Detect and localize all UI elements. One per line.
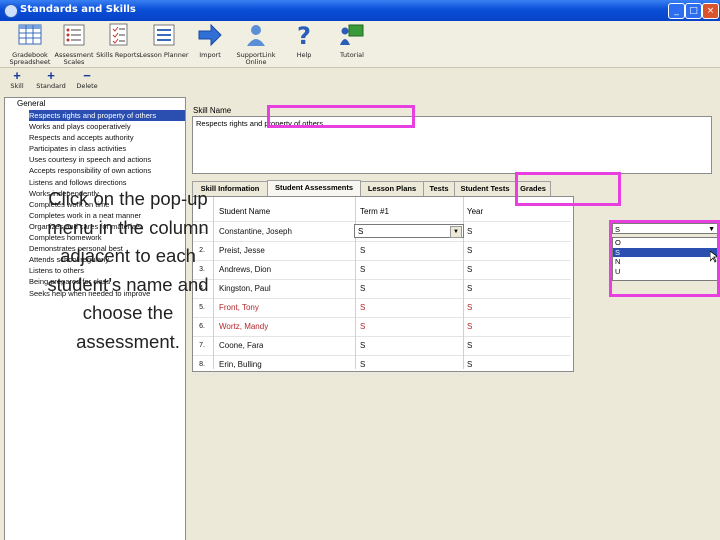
main-toolbar: Gradebook Spreadsheet Assessment Scales … <box>0 21 720 68</box>
year-assessment-cell[interactable]: S <box>467 241 472 260</box>
planner-icon <box>153 24 175 46</box>
term-assessment-cell[interactable]: S <box>360 336 365 355</box>
year-assessment-cell[interactable]: S <box>467 355 472 374</box>
tutorial-button[interactable]: Tutorial <box>322 23 382 65</box>
tree-item[interactable]: Works and plays cooperatively <box>29 121 185 132</box>
plus-icon: + <box>47 68 55 83</box>
skill-name-highlight <box>267 105 415 128</box>
report-icon <box>109 23 128 46</box>
grid-column-divider <box>355 197 356 369</box>
window-title: Standards and Skills <box>20 4 136 15</box>
dropdown-highlight <box>609 220 720 297</box>
term-assessment-cell[interactable]: S <box>360 241 365 260</box>
term-assessment-cell[interactable]: S <box>360 279 365 298</box>
year-assessment-cell[interactable]: S <box>467 279 472 298</box>
tab-bar: Skill Information Student Assessments Le… <box>192 180 720 197</box>
grades-tab-highlight <box>515 172 621 206</box>
year-assessment-cell[interactable]: S <box>467 222 472 241</box>
student-name-cell: Wortz, Mandy <box>219 322 269 331</box>
header-term-1: Term #1 <box>360 207 389 216</box>
tab-student-tests[interactable]: Student Tests <box>454 181 516 196</box>
term-assessment-popup[interactable]: S ▼ <box>354 224 464 238</box>
dropdown-arrow-icon[interactable]: ▼ <box>450 226 462 238</box>
table-row: 7. Coone, Fara S S <box>193 336 571 356</box>
table-row: 2. Preist, Jesse S S <box>193 241 571 261</box>
add-standard-button[interactable]: + Standard <box>36 68 66 90</box>
student-name-cell: Kingston, Paul <box>219 284 271 293</box>
minimize-button[interactable]: _ <box>668 3 685 19</box>
table-row: 3. Andrews, Dion S S <box>193 260 571 280</box>
term-assessment-cell[interactable]: S <box>360 317 365 336</box>
header-student-name: Student Name <box>219 207 271 216</box>
table-row: 8. Erin, Bulling S S <box>193 355 571 375</box>
tree-item[interactable]: Accepts responsibility of own actions <box>29 165 185 176</box>
student-name-cell: Constantine, Joseph <box>219 227 292 236</box>
minus-icon: − <box>83 68 91 83</box>
tree-item[interactable]: Participates in class activities <box>29 143 185 154</box>
plus-icon: + <box>13 68 21 83</box>
add-skill-button[interactable]: + Skill <box>2 68 32 90</box>
student-name-cell: Front, Tony <box>219 303 259 312</box>
skill-name-label: Skill Name <box>193 106 232 115</box>
tree-item[interactable]: Uses courtesy in speech and actions <box>29 154 185 165</box>
table-row: 6. Wortz, Mandy S S <box>193 317 571 337</box>
tab-student-assessments[interactable]: Student Assessments <box>267 180 361 197</box>
spreadsheet-icon <box>18 24 42 45</box>
header-year: Year <box>467 207 484 216</box>
term-assessment-cell[interactable]: S <box>360 298 365 317</box>
assessment-grid: Student Name Term #1 Year 1. Constantine,… <box>192 196 574 375</box>
tab-lesson-plans[interactable]: Lesson Plans <box>360 181 424 196</box>
year-assessment-cell[interactable]: S <box>467 260 472 279</box>
year-assessment-cell[interactable]: S <box>467 298 472 317</box>
grid-column-divider <box>463 197 464 369</box>
term-assessment-cell[interactable]: S <box>360 355 365 374</box>
table-row: 5. Front, Tony S S <box>193 298 571 318</box>
term-assessment-cell[interactable]: S <box>360 260 365 279</box>
scales-icon <box>63 24 85 46</box>
student-name-cell: Andrews, Dion <box>219 265 272 274</box>
tree-item[interactable]: Respects rights and property of others <box>29 110 185 122</box>
grid-column-divider <box>213 197 214 369</box>
app-icon <box>4 4 18 18</box>
support-person-icon <box>247 25 265 46</box>
close-button[interactable]: × <box>702 3 719 19</box>
title-bar: Standards and Skills _ □ × <box>0 0 720 21</box>
tutorial-board-icon <box>340 24 364 45</box>
instruction-text: Click on the pop-up menu in the column a… <box>47 188 209 352</box>
app-window: Standards and Skills _ □ × Gradebook Spr… <box>0 0 720 540</box>
student-name-cell: Coone, Fara <box>219 341 264 350</box>
table-row: 4. Kingston, Paul S S <box>193 279 571 299</box>
row-number: 8. <box>199 361 205 368</box>
help-question-icon: ? <box>297 22 311 50</box>
import-arrow-icon <box>198 23 222 47</box>
tree-root-general[interactable]: General <box>17 99 45 108</box>
maximize-button[interactable]: □ <box>685 3 702 19</box>
student-name-cell: Preist, Jesse <box>219 246 265 255</box>
delete-button[interactable]: − Delete <box>72 68 102 90</box>
tree-toolbar: + Skill + Standard − Delete <box>0 68 720 96</box>
student-name-cell: Erin, Bulling <box>219 360 262 369</box>
tree-item[interactable]: Respects and accepts authority <box>29 132 185 143</box>
svg-text:?: ? <box>297 23 311 47</box>
tab-tests[interactable]: Tests <box>423 181 455 196</box>
year-assessment-cell[interactable]: S <box>467 336 472 355</box>
year-assessment-cell[interactable]: S <box>467 317 472 336</box>
